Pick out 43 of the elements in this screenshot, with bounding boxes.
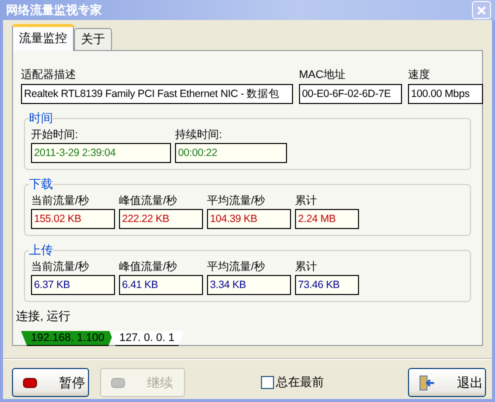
- group-title: 时间: [29, 110, 53, 127]
- status-text: 连接, 运行: [16, 308, 72, 325]
- readonly-field[interactable]: 6.37 KB: [31, 275, 115, 295]
- field-label: MAC地址: [299, 68, 346, 82]
- field-label: 平均流量/秒: [207, 260, 266, 274]
- readonly-field[interactable]: 2011-3-29 2:39:04: [31, 143, 171, 163]
- stop-light-icon: [23, 378, 37, 388]
- readonly-field[interactable]: 6.41 KB: [119, 275, 203, 295]
- field-label: 适配器描述: [21, 68, 77, 82]
- readonly-field[interactable]: 100.00 Mbps: [408, 84, 483, 104]
- connection-tab[interactable]: 192.168. 1.100: [21, 331, 114, 346]
- readonly-field[interactable]: 00:00:22: [175, 143, 287, 163]
- light-icon: [111, 378, 125, 388]
- field-label: 累计: [295, 260, 318, 274]
- readonly-field[interactable]: 222.22 KB: [119, 209, 203, 229]
- tab[interactable]: 流量监控: [12, 24, 74, 51]
- readonly-field[interactable]: 2.24 MB: [295, 209, 359, 229]
- readonly-field[interactable]: Realtek RTL8139 Family PCI Fast Ethernet NIC - 数据包: [21, 84, 293, 104]
- group-title: 上传: [29, 242, 53, 259]
- pause-button[interactable]: 暂停: [12, 368, 89, 397]
- connection-tab[interactable]: 127. 0. 0. 1: [109, 331, 184, 346]
- exit-button[interactable]: 退出: [408, 368, 486, 397]
- window-title: 网络流量监视专家: [6, 2, 102, 18]
- group-title: 下载: [29, 176, 53, 193]
- always-on-top-checkbox[interactable]: 总在最前: [261, 374, 324, 391]
- readonly-field[interactable]: 00-E0-6F-02-6D-7E: [299, 84, 402, 104]
- field-label: 当前流量/秒: [31, 194, 90, 208]
- door-exit-icon: [419, 374, 435, 390]
- readonly-field[interactable]: 73.46 KB: [295, 275, 359, 295]
- readonly-field[interactable]: 3.34 KB: [207, 275, 291, 295]
- close-icon: [477, 6, 486, 14]
- tab[interactable]: 关于: [74, 28, 112, 51]
- field-label: 持续时间:: [175, 128, 224, 142]
- field-label: 累计: [295, 194, 318, 208]
- field-label: 开始时间:: [31, 128, 80, 142]
- readonly-field[interactable]: 155.02 KB: [31, 209, 115, 229]
- field-label: 峰值流量/秒: [119, 260, 178, 274]
- field-label: 平均流量/秒: [207, 194, 266, 208]
- field-label: 当前流量/秒: [31, 260, 90, 274]
- checkbox[interactable]: [261, 376, 274, 389]
- readonly-field[interactable]: 104.39 KB: [207, 209, 291, 229]
- field-label: 峰值流量/秒: [119, 194, 178, 208]
- field-label: 速度: [408, 68, 431, 82]
